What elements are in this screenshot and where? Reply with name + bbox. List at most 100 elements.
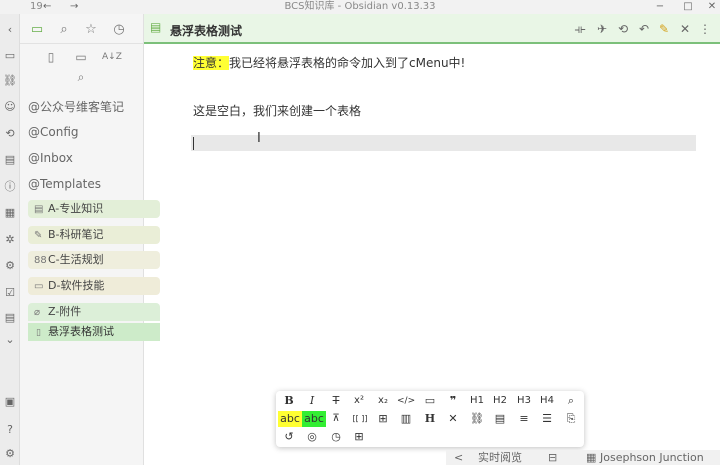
document-icon: ▤ [150, 20, 162, 34]
folder-item-config[interactable]: @Config [28, 123, 79, 141]
collapse-ribbon-icon[interactable]: ‹ [2, 22, 18, 38]
star-icon[interactable]: ☆ [82, 21, 100, 39]
folder-b[interactable]: ✎ B-科研笔记 [28, 226, 160, 244]
folder-icon[interactable]: ▭ [28, 21, 46, 39]
note-highlight: 注意： [193, 56, 230, 70]
cmenu-floating-toolbar: B I T x² x₂ </> ▭ ❞ H1 H2 H3 H4 ⌕ abc ab… [276, 391, 584, 447]
wikilink-button[interactable]: [[ ]] [349, 411, 371, 427]
settings-icon[interactable]: ⚙ [2, 446, 18, 462]
folder-label: Z-附件 [48, 305, 82, 318]
bold-button[interactable]: B [280, 393, 298, 409]
note-title: 悬浮表格测试 [170, 24, 243, 38]
folder-a[interactable]: ▤ A-专业知识 [28, 200, 160, 218]
folder-c[interactable]: 88C-生活规划 [28, 251, 160, 269]
align-icon[interactable]: ▤ [491, 411, 509, 427]
close-window-button[interactable]: ✕ [700, 0, 720, 14]
search-icon[interactable]: ⌕ [55, 21, 73, 39]
italic-button[interactable]: I [303, 393, 321, 409]
vault-icon[interactable]: ▣ [2, 394, 18, 410]
clear-format-icon[interactable]: ⊼ [327, 411, 345, 427]
delete-icon[interactable]: ✕ [444, 411, 462, 427]
grid-icon[interactable]: ⊞ [350, 429, 368, 445]
text-caret [193, 137, 194, 150]
face-icon[interactable]: ☺ [2, 99, 18, 115]
help-icon[interactable]: ? [2, 422, 18, 438]
maximize-button[interactable]: □ [676, 0, 700, 14]
slides-icon[interactable]: ▭ [2, 48, 18, 64]
subscript-button[interactable]: x₂ [374, 393, 392, 409]
heading3-button[interactable]: H3 [515, 393, 533, 409]
table-icon[interactable]: ▦ [2, 205, 18, 221]
file-active[interactable]: ▯ 悬浮表格测试 [28, 323, 160, 341]
ibeam-cursor-icon: I [257, 131, 261, 146]
header-button[interactable]: H [421, 411, 439, 427]
folder-item-gongzhonghao[interactable]: @公众号维客笔记 [28, 98, 124, 116]
note-line-1: 注意：我已经将悬浮表格的命令加入到了cMenu中! [193, 55, 465, 71]
folder-d[interactable]: ▭ D-软件技能 [28, 277, 160, 295]
left-ribbon: ‹ ▭ ⛓ ☺ ⟲ ▤ ⓘ ▦ ✲ ⚙ ☑ ▤ ⌄ ▣ ? ⚙ [0, 14, 20, 465]
folder-item-inbox[interactable]: @Inbox [28, 149, 73, 167]
theme-icon: ▦ [586, 451, 597, 464]
sort-icon[interactable]: A↓Z [102, 48, 122, 66]
heading4-button[interactable]: H4 [538, 393, 556, 409]
note-line-2: 这是空白，我们来创建一个表格 [193, 104, 362, 118]
copy-icon[interactable]: ⎘ [562, 411, 580, 427]
refresh-icon[interactable]: ⟲ [615, 21, 631, 37]
heading2-button[interactable]: H2 [491, 393, 509, 409]
new-folder-icon[interactable]: ▭ [72, 48, 90, 66]
calendar-icon[interactable]: ☑ [2, 285, 18, 301]
stack-icon[interactable]: ▤ [2, 310, 18, 326]
theme-name[interactable]: Josephson Junction [600, 450, 704, 465]
note-text: 我已经将悬浮表格的命令加入到了cMenu中! [229, 56, 466, 70]
edit-icon[interactable]: ✎ [656, 21, 672, 37]
code-icon[interactable]: </> [397, 393, 415, 409]
file-explorer-sidebar: ▭ ⌕ ☆ ◷ ▯ ▭ A↓Z ⌕ @公众号维客笔记 @Config @Inbo… [20, 14, 160, 465]
chevron-left-icon[interactable]: < [454, 450, 463, 465]
highlight-yellow-button[interactable]: abc [278, 411, 302, 427]
info-icon[interactable]: ⓘ [2, 179, 18, 195]
heading1-button[interactable]: H1 [468, 393, 486, 409]
window-title: BCS知识库 - Obsidian v0.13.33 [284, 1, 436, 12]
bulb-icon[interactable]: ✲ [2, 232, 18, 248]
pin-icon[interactable]: ✈ [594, 21, 610, 37]
editor-tab-header: ▤ 悬浮表格测试 ⟛ ✈ ⟲ ↶ ✎ ✕ ⋮ [144, 14, 720, 44]
close-tab-icon[interactable]: ✕ [677, 21, 693, 37]
strikethrough-button[interactable]: T [327, 393, 345, 409]
layout-icon[interactable]: ⊟ [548, 450, 557, 465]
target-icon[interactable]: ◎ [303, 429, 321, 445]
new-note-icon[interactable]: ▯ [42, 48, 60, 66]
sync-scroll-icon[interactable]: ⟛ [572, 21, 588, 37]
link-icon[interactable]: ⛓ [468, 411, 486, 427]
folder-item-templates[interactable]: @Templates [28, 175, 101, 193]
clock-icon[interactable]: ◷ [110, 21, 128, 39]
minimize-button[interactable]: − [648, 0, 672, 14]
refresh-icon[interactable]: ⟲ [2, 126, 18, 142]
graph-icon[interactable]: ⚙ [2, 258, 18, 274]
flask-icon: ✎ [34, 230, 43, 241]
book-icon: ▤ [34, 204, 44, 215]
folder-label: D-软件技能 [48, 279, 105, 292]
bullet-list-icon[interactable]: ☰ [538, 411, 556, 427]
superscript-button[interactable]: x² [350, 393, 368, 409]
undo-icon[interactable]: ↺ [280, 429, 298, 445]
reading-mode-label[interactable]: 实时阅览 [478, 450, 522, 465]
chevron-down-icon[interactable]: ⌄ [2, 332, 18, 348]
status-bar: < 实时阅览 ⊟ ▦ Josephson Junction [446, 450, 720, 465]
code-block-icon[interactable]: ▭ [421, 393, 439, 409]
window-titlebar: 19 ← → BCS知识库 - Obsidian v0.13.33 − □ ✕ [0, 0, 720, 14]
search-files-icon[interactable]: ⌕ [72, 68, 90, 86]
more-options-icon[interactable]: ⋮ [697, 21, 713, 37]
clock-icon[interactable]: ◷ [327, 429, 345, 445]
table-column-icon[interactable]: ▥ [397, 411, 415, 427]
active-edit-line[interactable] [191, 135, 696, 151]
numbered-list-icon[interactable]: ≡ [515, 411, 533, 427]
search-icon[interactable]: ⌕ [562, 393, 580, 409]
undo-icon[interactable]: ↶ [636, 21, 652, 37]
table-icon[interactable]: ⊞ [374, 411, 392, 427]
highlight-green-button[interactable]: abc [302, 411, 326, 427]
quote-icon[interactable]: ❞ [444, 393, 462, 409]
folder-z[interactable]: ⌀ Z-附件 [28, 303, 160, 321]
link-icon[interactable]: ⛓ [2, 73, 18, 89]
layout-icon[interactable]: ▤ [2, 152, 18, 168]
file-label: 悬浮表格测试 [48, 325, 114, 338]
